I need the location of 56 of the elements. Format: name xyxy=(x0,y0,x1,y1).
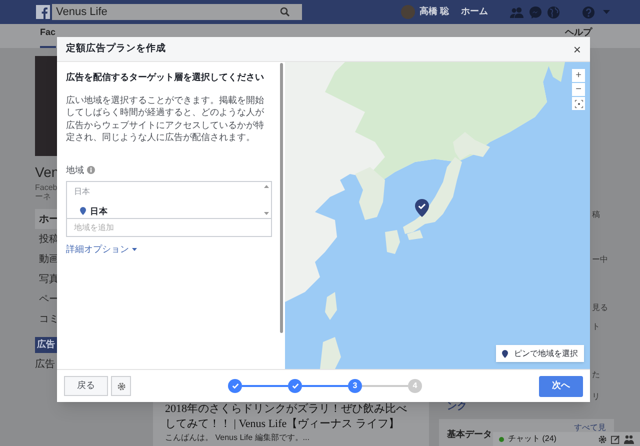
friends-icon[interactable] xyxy=(510,6,524,18)
ad-link[interactable]: 広告 xyxy=(35,357,55,372)
help-icon[interactable] xyxy=(582,6,595,18)
see-all-link[interactable]: すべて見 xyxy=(574,422,606,434)
close-button[interactable]: × xyxy=(573,42,581,56)
sidebar-text: ト xyxy=(592,322,600,332)
field-label: 地域 xyxy=(66,164,84,176)
home-link[interactable]: ホーム xyxy=(461,5,488,19)
section-title: 基本データ xyxy=(447,428,492,441)
step-connector xyxy=(362,385,408,387)
zoom-out-button[interactable]: − xyxy=(572,83,585,96)
step-connector xyxy=(302,385,348,387)
modal-title: 定額広告プランを作成 xyxy=(66,42,166,56)
article-title[interactable]: 2018年のさくらドリンクがズラリ！ぜひ飲み比べしてみて！！ | Venus Life【ヴィーナス ライフ】 xyxy=(165,402,417,432)
location-pin-icon xyxy=(80,207,86,216)
section-heading: 広告を配信するターゲット層を選択してください xyxy=(66,71,264,84)
sidebar-text: ー中 xyxy=(592,255,608,265)
sidebar-text: た xyxy=(592,370,600,380)
sidebar-text: リ xyxy=(592,392,600,402)
fit-view-icon xyxy=(574,100,582,108)
list-scrollbar-icon[interactable] xyxy=(264,185,269,215)
pin-select-button[interactable]: ピンで地域を選択 xyxy=(496,345,584,362)
promote-button[interactable]: 広告 xyxy=(35,337,57,353)
step-connector xyxy=(242,385,288,387)
gear-icon xyxy=(116,382,126,390)
location-pin-icon xyxy=(502,350,508,358)
people-icon[interactable] xyxy=(624,434,634,444)
search-icon[interactable] xyxy=(280,7,290,17)
article-excerpt: こんばんは。 Venus Life 編集部です。... xyxy=(165,433,310,442)
globe-icon[interactable] xyxy=(547,6,560,18)
description-text: 広い地域を選択することができます。掲載を開始してしばらく時間が経過すると、どのような人が広告からウェブサイトにアクセスしているかが特定され、同じような人に広告が配信されます。 xyxy=(66,94,265,144)
chat-label: チャット (24) xyxy=(508,433,558,445)
caret-icon[interactable] xyxy=(132,248,137,252)
advanced-options-link[interactable]: 詳細オプション xyxy=(66,243,129,256)
map-marker-icon[interactable] xyxy=(415,199,429,217)
messenger-icon[interactable] xyxy=(529,6,542,18)
compose-icon[interactable] xyxy=(611,434,620,444)
fit-view-button[interactable] xyxy=(572,97,585,110)
location-item[interactable]: 日本 xyxy=(90,205,108,218)
group-label: 日本 xyxy=(74,186,90,198)
user-name[interactable]: 高橋 聡 xyxy=(419,5,449,19)
gear-icon[interactable] xyxy=(598,434,607,444)
settings-button[interactable] xyxy=(111,376,131,396)
logo-icon[interactable] xyxy=(36,5,50,19)
back-button[interactable]: 戻る xyxy=(64,376,108,396)
scrollbar[interactable] xyxy=(280,63,283,333)
sidebar-text: 見る xyxy=(592,303,608,313)
page-subtitle: ーネ xyxy=(35,192,51,201)
sidebar-text: 稿 xyxy=(592,210,600,220)
page-subtitle: Faceb xyxy=(35,183,58,192)
next-button[interactable]: 次へ xyxy=(539,376,583,396)
info-icon[interactable] xyxy=(87,166,95,174)
chat-bar[interactable]: チャット (24) xyxy=(493,432,640,446)
zoom-in-button[interactable]: + xyxy=(572,69,585,82)
search-field[interactable]: Venus Life xyxy=(52,4,302,20)
step-indicator: 3 xyxy=(348,379,362,393)
